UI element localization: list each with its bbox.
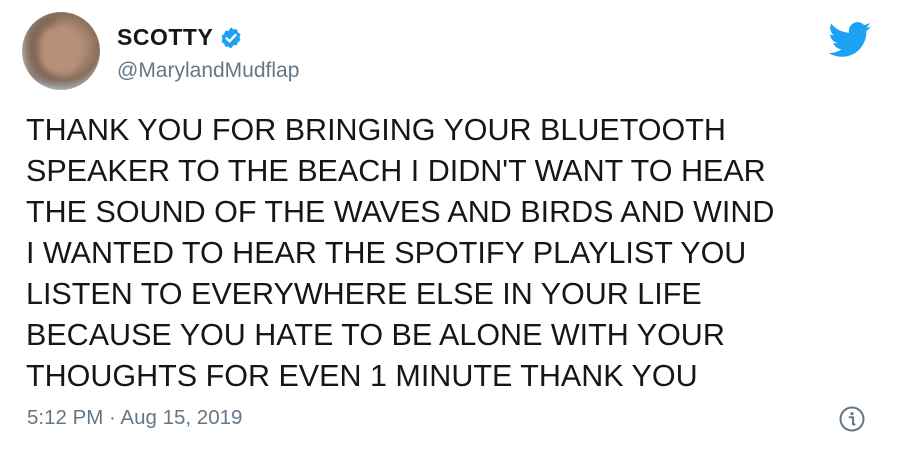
tweet-text-line: SPEAKER TO THE BEACH I DIDN'T WANT TO HE… — [26, 154, 766, 188]
author-handle[interactable]: @MarylandMudflap — [117, 59, 299, 83]
tweet-text-line: THOUGHTS FOR EVEN 1 MINUTE THANK YOU — [26, 359, 698, 393]
tweet-text-line: LISTEN TO EVERYWHERE ELSE IN YOUR LIFE — [26, 277, 702, 311]
author-name-row: SCOTTY — [117, 24, 243, 51]
tweet-text-line: THE SOUND OF THE WAVES AND BIRDS AND WIN… — [26, 195, 775, 229]
info-icon[interactable] — [838, 405, 866, 433]
tweet-text-line: I WANTED TO HEAR THE SPOTIFY PLAYLIST YO… — [26, 236, 747, 270]
avatar[interactable] — [22, 12, 100, 90]
tweet-card: SCOTTY @MarylandMudflap THANK YOU FOR BR… — [0, 0, 900, 450]
tweet-text: THANK YOU FOR BRINGING YOUR BLUETOOTH SP… — [26, 110, 886, 397]
verified-badge-icon — [221, 27, 241, 48]
display-name[interactable]: SCOTTY — [117, 24, 213, 51]
tweet-timestamp[interactable]: 5:12 PM · Aug 15, 2019 — [27, 406, 242, 430]
tweet-text-line: THANK YOU FOR BRINGING YOUR BLUETOOTH — [26, 113, 726, 147]
tweet-text-line: BECAUSE YOU HATE TO BE ALONE WITH YOUR — [26, 318, 725, 352]
twitter-bird-icon[interactable] — [828, 22, 872, 58]
